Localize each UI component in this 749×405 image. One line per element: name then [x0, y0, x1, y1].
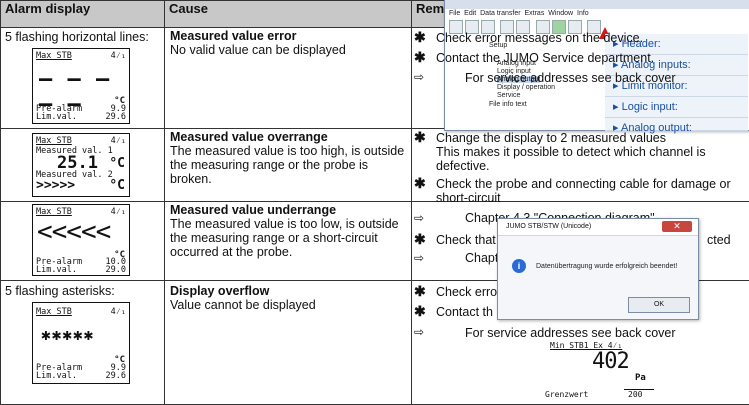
- lcd-top: Max STB: [36, 51, 72, 61]
- remedy-text: This makes it possible to detect which c…: [436, 145, 742, 173]
- lcd-main-value: ✱✱✱✱✱: [41, 325, 94, 344]
- lcd-unit: °C: [109, 156, 125, 171]
- remedy-text: Contact th: [436, 305, 493, 319]
- link-logic-input[interactable]: ▸ Logic input:: [605, 97, 748, 118]
- arrow-right-icon: ⇨: [414, 325, 424, 339]
- menu-info[interactable]: Info: [577, 10, 589, 17]
- lcd-value: 200: [628, 390, 642, 399]
- menu-data-transfer[interactable]: Data transfer: [480, 10, 520, 17]
- menu-bar: File Edit Data transfer Extras Window In…: [449, 10, 589, 17]
- lcd-main-value: 402: [592, 349, 629, 374]
- remedy-text: Contact the JUMO Service department.: [436, 51, 654, 65]
- lcd-display: Max STB4⁄₁ ✱✱✱✱✱ °C Pre-alarm9.9 Lim.val…: [32, 302, 130, 384]
- lcd-top-right: 4⁄₁: [111, 207, 126, 217]
- cause-title: Measured value error: [170, 29, 296, 43]
- remedy-bullet-icon: ✱: [414, 129, 426, 146]
- lcd-top: Max STB: [36, 307, 72, 317]
- header-cause: Cause: [165, 1, 412, 28]
- remedy-bullet-icon: ✱: [414, 303, 426, 320]
- display-description: 5 flashing asterisks:: [5, 284, 115, 298]
- remedy-bullet-icon: ✱: [414, 29, 426, 46]
- window-title-bar: [445, 0, 749, 9]
- lcd-label: Lim.val.: [36, 112, 77, 122]
- dialog-window: JUMO STB/STW (Unicode) ✕ i Datenübertrag…: [497, 218, 699, 320]
- cause-title: Measured value overrange: [170, 130, 328, 144]
- cause-text: The measured value is too low, is outsid…: [170, 217, 402, 259]
- lcd-label: Lim.val.: [36, 371, 77, 381]
- lcd-display: Max STB4⁄₁ <<<<< °C Pre-alarm10.0 Lim.va…: [32, 204, 130, 276]
- lcd-top-right: 4⁄₁: [111, 136, 126, 146]
- lcd-unit: °C: [109, 178, 125, 193]
- lcd-unit: Pa: [635, 373, 646, 383]
- lcd-label: Grenzwert: [545, 390, 588, 399]
- lcd-top: Max STB: [36, 207, 72, 217]
- display-description: 5 flashing horizontal lines:: [5, 30, 149, 44]
- cause-text: No valid value can be displayed: [170, 43, 405, 57]
- remedy-text: For service addresses see back cover: [465, 71, 676, 85]
- close-icon[interactable]: ✕: [662, 221, 692, 232]
- lcd-value: 29.0: [106, 265, 126, 275]
- lcd-value: 29.6: [106, 112, 126, 122]
- remedy-text: Check that: [436, 233, 496, 247]
- arrow-right-icon: ⇨: [414, 251, 424, 265]
- menu-file[interactable]: File: [449, 10, 460, 17]
- remedy-text: For service addresses see back cover: [465, 326, 676, 340]
- remedy-text: Check error messages on the device.: [436, 31, 643, 45]
- dialog-message: Datenübertragung wurde erfolgreich beend…: [536, 263, 677, 270]
- lcd-device-display: Min STB1 Ex 4⁄₁ 402 Pa Grenzwert 200: [540, 340, 660, 403]
- lcd-main-value: <<<<<: [37, 217, 110, 247]
- lcd-overrange: >>>>>: [36, 178, 75, 193]
- menu-extras[interactable]: Extras: [524, 10, 544, 17]
- software-window: File Edit Data transfer Extras Window In…: [444, 0, 749, 131]
- remedy-text: Change the display to 2 measured values: [436, 131, 666, 145]
- arrow-right-icon: ⇨: [414, 70, 424, 84]
- lcd-top: Max STB: [36, 136, 72, 146]
- header-display: Alarm display: [1, 1, 165, 28]
- cause-title: Display overflow: [170, 284, 269, 298]
- menu-window[interactable]: Window: [548, 10, 573, 17]
- remedy-bullet-icon: ✱: [414, 283, 426, 300]
- tree-item[interactable]: Display / operation: [497, 84, 555, 91]
- lcd-label: Lim.val.: [36, 265, 77, 275]
- tree-item[interactable]: Service: [497, 92, 520, 99]
- arrow-right-icon: ⇨: [414, 211, 424, 225]
- cause-text: The measured value is too high, is outsi…: [170, 144, 408, 186]
- info-icon: i: [512, 259, 526, 273]
- lcd-value: 29.6: [106, 371, 126, 381]
- remedy-text: Check the probe and connecting cable for…: [436, 177, 742, 205]
- remedy-bullet-icon: ✱: [414, 49, 426, 66]
- remedy-text: Check erro: [436, 285, 497, 299]
- link-analog-output[interactable]: ▸ Analog output:: [605, 118, 748, 131]
- lcd-display: Max STB4⁄₁ – – – – – °C Pre-alarm9.9 Lim…: [32, 48, 130, 124]
- ok-button[interactable]: OK: [628, 297, 690, 313]
- lcd-limit-bar: [624, 389, 654, 390]
- tree-item[interactable]: File info text: [489, 101, 527, 108]
- remedy-text: cted: [707, 233, 731, 247]
- cause-title: Measured value underrange: [170, 203, 336, 217]
- menu-edit[interactable]: Edit: [464, 10, 476, 17]
- lcd-index: 1: [108, 146, 113, 156]
- cause-text: Value cannot be displayed: [170, 298, 402, 312]
- lcd-top-right: 4⁄₁: [111, 307, 126, 317]
- remedy-bullet-icon: ✱: [414, 175, 426, 192]
- lcd-display: Max STB4⁄₁ Measured val. 1 25.1 °C Measu…: [32, 133, 130, 197]
- lcd-top-right: 4⁄₁: [111, 51, 126, 61]
- remedy-bullet-icon: ✱: [414, 231, 426, 248]
